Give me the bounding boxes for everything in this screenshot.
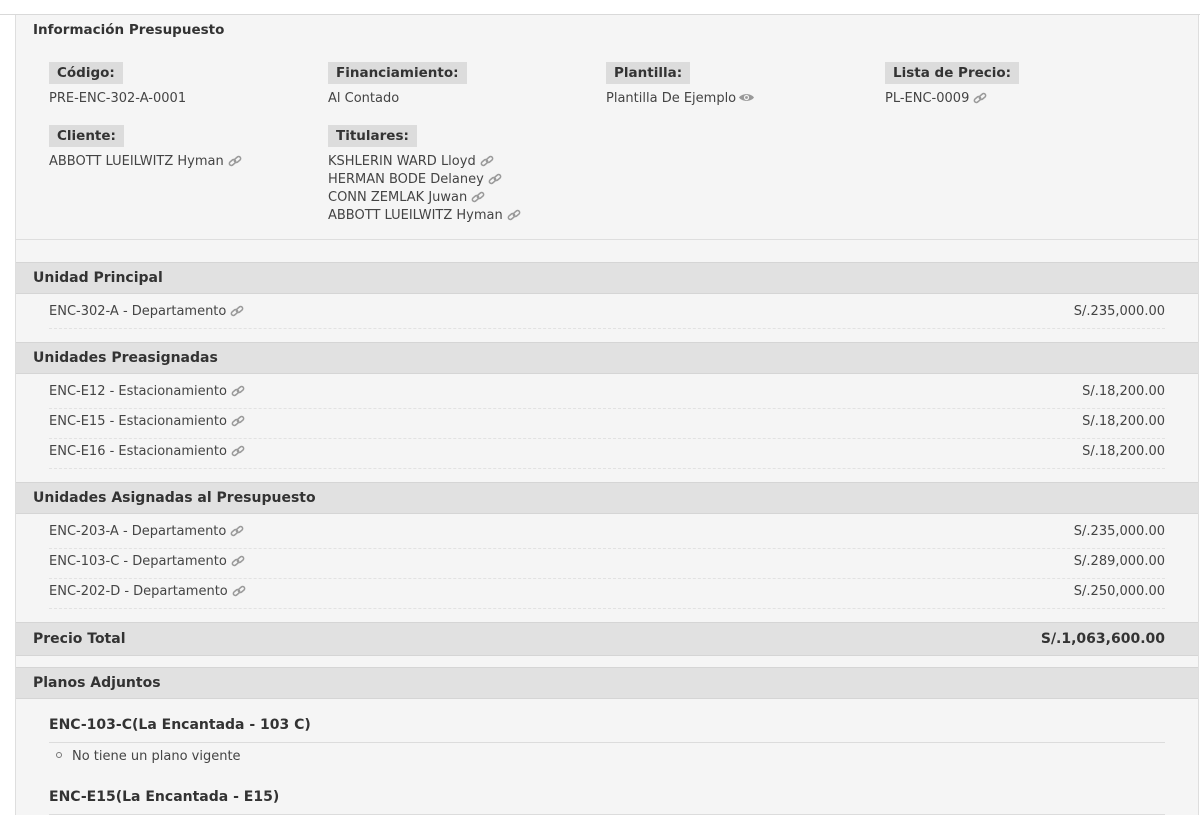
link-icon[interactable]	[228, 155, 242, 167]
unit-name: ENC-E12 - Estacionamiento	[49, 384, 227, 399]
link-icon[interactable]	[231, 415, 245, 427]
eye-icon[interactable]	[738, 92, 755, 103]
field-cliente: Cliente: ABBOTT LUEILWITZ Hyman	[49, 125, 242, 171]
field-financiamiento: Financiamiento: Al Contado	[328, 62, 467, 108]
link-icon[interactable]	[973, 92, 987, 104]
total-row: Precio Total S/.1,063,600.00	[16, 622, 1198, 656]
field-label: Plantilla:	[606, 62, 691, 84]
plano-item-text: No tiene un plano vigente	[72, 749, 241, 764]
field-label: Código:	[49, 62, 123, 84]
unit-row: ENC-E12 - Estacionamiento S/.18,200.00	[49, 379, 1165, 409]
total-value: S/.1,063,600.00	[1040, 631, 1165, 647]
link-icon[interactable]	[488, 173, 502, 185]
unit-name: ENC-202-D - Departamento	[49, 584, 228, 599]
unit-price: S/.18,200.00	[1082, 444, 1165, 459]
link-icon[interactable]	[231, 555, 245, 567]
unit-row: ENC-302-A - Departamento S/.235,000.00	[49, 299, 1165, 329]
field-lista-precio: Lista de Precio: PL-ENC-0009	[885, 62, 1020, 108]
field-label: Cliente:	[49, 125, 124, 147]
link-icon[interactable]	[231, 445, 245, 457]
field-label: Titulares:	[328, 125, 417, 147]
titular-name: CONN ZEMLAK Juwan	[328, 190, 468, 205]
link-icon[interactable]	[231, 385, 245, 397]
field-value-cliente: ABBOTT LUEILWITZ Hyman	[49, 154, 224, 169]
unit-price: S/.235,000.00	[1073, 524, 1165, 539]
unit-name: ENC-E16 - Estacionamiento	[49, 444, 227, 459]
section-header-unidad-principal: Unidad Principal	[16, 262, 1198, 294]
section-title: Unidad Principal	[33, 270, 163, 286]
unit-price: S/.235,000.00	[1073, 304, 1165, 319]
unit-price: S/.250,000.00	[1073, 584, 1165, 599]
field-codigo: Código: PRE-ENC-302-A-0001	[49, 62, 186, 108]
link-icon[interactable]	[471, 191, 485, 203]
section-header-preasignadas: Unidades Preasignadas	[16, 342, 1198, 374]
budget-panel: Información Presupuesto Código: PRE-ENC-…	[15, 15, 1199, 815]
unit-row: ENC-203-A - Departamento S/.235,000.00	[49, 519, 1165, 549]
section-header-planos: Planos Adjuntos	[16, 667, 1198, 699]
info-section-title: Información Presupuesto	[33, 22, 225, 38]
section-divider	[16, 239, 1198, 240]
link-icon[interactable]	[230, 305, 244, 317]
section-title: Unidades Preasignadas	[33, 350, 218, 366]
unit-row: ENC-E16 - Estacionamiento S/.18,200.00	[49, 439, 1165, 469]
section-header-asignadas: Unidades Asignadas al Presupuesto	[16, 482, 1198, 514]
plano-item: No tiene un plano vigente	[56, 749, 241, 764]
unit-name: ENC-E15 - Estacionamiento	[49, 414, 227, 429]
unit-price: S/.18,200.00	[1082, 414, 1165, 429]
field-value-lista-precio: PL-ENC-0009	[885, 91, 970, 106]
titular-name: ABBOTT LUEILWITZ Hyman	[328, 208, 503, 223]
field-value-codigo: PRE-ENC-302-A-0001	[49, 91, 187, 106]
section-title: Planos Adjuntos	[33, 675, 161, 691]
titular-name: KSHLERIN WARD Lloyd	[328, 154, 476, 169]
unit-price: S/.18,200.00	[1082, 384, 1165, 399]
link-icon[interactable]	[230, 525, 244, 537]
unit-name: ENC-103-C - Departamento	[49, 554, 227, 569]
link-icon[interactable]	[507, 209, 521, 221]
field-value-plantilla[interactable]: Plantilla De Ejemplo	[606, 91, 736, 106]
link-icon[interactable]	[480, 155, 494, 167]
field-label: Financiamiento:	[328, 62, 467, 84]
bullet-icon	[56, 752, 62, 758]
unit-price: S/.289,000.00	[1073, 554, 1165, 569]
unit-name: ENC-302-A - Departamento	[49, 304, 227, 319]
field-titulares: Titulares: KSHLERIN WARD Lloyd HERMAN BO…	[328, 125, 521, 225]
field-value-financiamiento: Al Contado	[328, 91, 400, 106]
field-label: Lista de Precio:	[885, 62, 1020, 84]
unit-row: ENC-202-D - Departamento S/.250,000.00	[49, 579, 1165, 609]
titular-name: HERMAN BODE Delaney	[328, 172, 484, 187]
link-icon[interactable]	[232, 585, 246, 597]
unit-row: ENC-E15 - Estacionamiento S/.18,200.00	[49, 409, 1165, 439]
plano-group-title: ENC-103-C(La Encantada - 103 C)	[49, 717, 1165, 743]
unit-name: ENC-203-A - Departamento	[49, 524, 227, 539]
total-label: Precio Total	[33, 631, 126, 647]
section-title: Unidades Asignadas al Presupuesto	[33, 490, 316, 506]
unit-row: ENC-103-C - Departamento S/.289,000.00	[49, 549, 1165, 579]
plano-group-title: ENC-E15(La Encantada - E15)	[49, 789, 1165, 815]
field-plantilla: Plantilla: Plantilla De Ejemplo	[606, 62, 755, 108]
